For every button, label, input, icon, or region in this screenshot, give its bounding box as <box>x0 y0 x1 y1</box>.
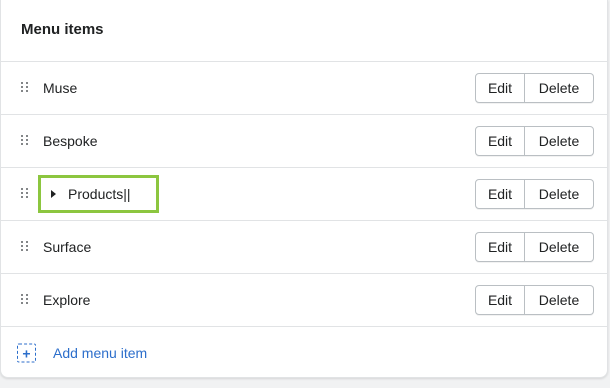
caret-right-icon[interactable] <box>51 190 56 198</box>
menu-items-card: Menu items Muse Edit Delete Bespoke Edit… <box>0 0 608 378</box>
add-menu-item-row: + Add menu item <box>1 327 607 379</box>
row-actions: Edit Delete <box>475 285 594 315</box>
delete-button[interactable]: Delete <box>525 285 594 315</box>
menu-item-label: Muse <box>43 80 78 96</box>
delete-button[interactable]: Delete <box>525 126 594 156</box>
drag-handle-icon[interactable] <box>21 241 29 253</box>
edit-button[interactable]: Edit <box>475 126 525 156</box>
card-title: Menu items <box>21 21 104 38</box>
delete-button[interactable]: Delete <box>525 73 594 103</box>
delete-button[interactable]: Delete <box>525 179 594 209</box>
edit-button[interactable]: Edit <box>475 285 525 315</box>
drag-handle-icon[interactable] <box>21 294 29 306</box>
menu-item-row: Bespoke Edit Delete <box>1 115 607 168</box>
row-actions: Edit Delete <box>475 179 594 209</box>
edit-button[interactable]: Edit <box>475 179 525 209</box>
add-dashed-square-icon[interactable]: + <box>17 343 36 363</box>
row-actions: Edit Delete <box>475 73 594 103</box>
add-menu-item-link[interactable]: Add menu item <box>53 345 147 361</box>
row-actions: Edit Delete <box>475 232 594 262</box>
delete-button[interactable]: Delete <box>525 232 594 262</box>
edit-button[interactable]: Edit <box>475 73 525 103</box>
drag-handle-icon[interactable] <box>21 135 29 147</box>
drag-handle-icon[interactable] <box>21 82 29 94</box>
menu-item-row: Products|| Edit Delete <box>1 168 607 221</box>
menu-item-row: Muse Edit Delete <box>1 62 607 115</box>
menu-item-label: Bespoke <box>43 133 98 149</box>
row-actions: Edit Delete <box>475 126 594 156</box>
menu-item-label: Explore <box>43 292 91 308</box>
menu-item-row: Surface Edit Delete <box>1 221 607 274</box>
menu-item-label: Products|| <box>68 186 131 202</box>
menu-item-row: Explore Edit Delete <box>1 274 607 327</box>
card-header: Menu items <box>1 0 607 62</box>
menu-item-label: Surface <box>43 239 92 255</box>
edit-button[interactable]: Edit <box>475 232 525 262</box>
highlighted-expandable-item[interactable]: Products|| <box>38 175 159 213</box>
drag-handle-icon[interactable] <box>21 188 29 200</box>
